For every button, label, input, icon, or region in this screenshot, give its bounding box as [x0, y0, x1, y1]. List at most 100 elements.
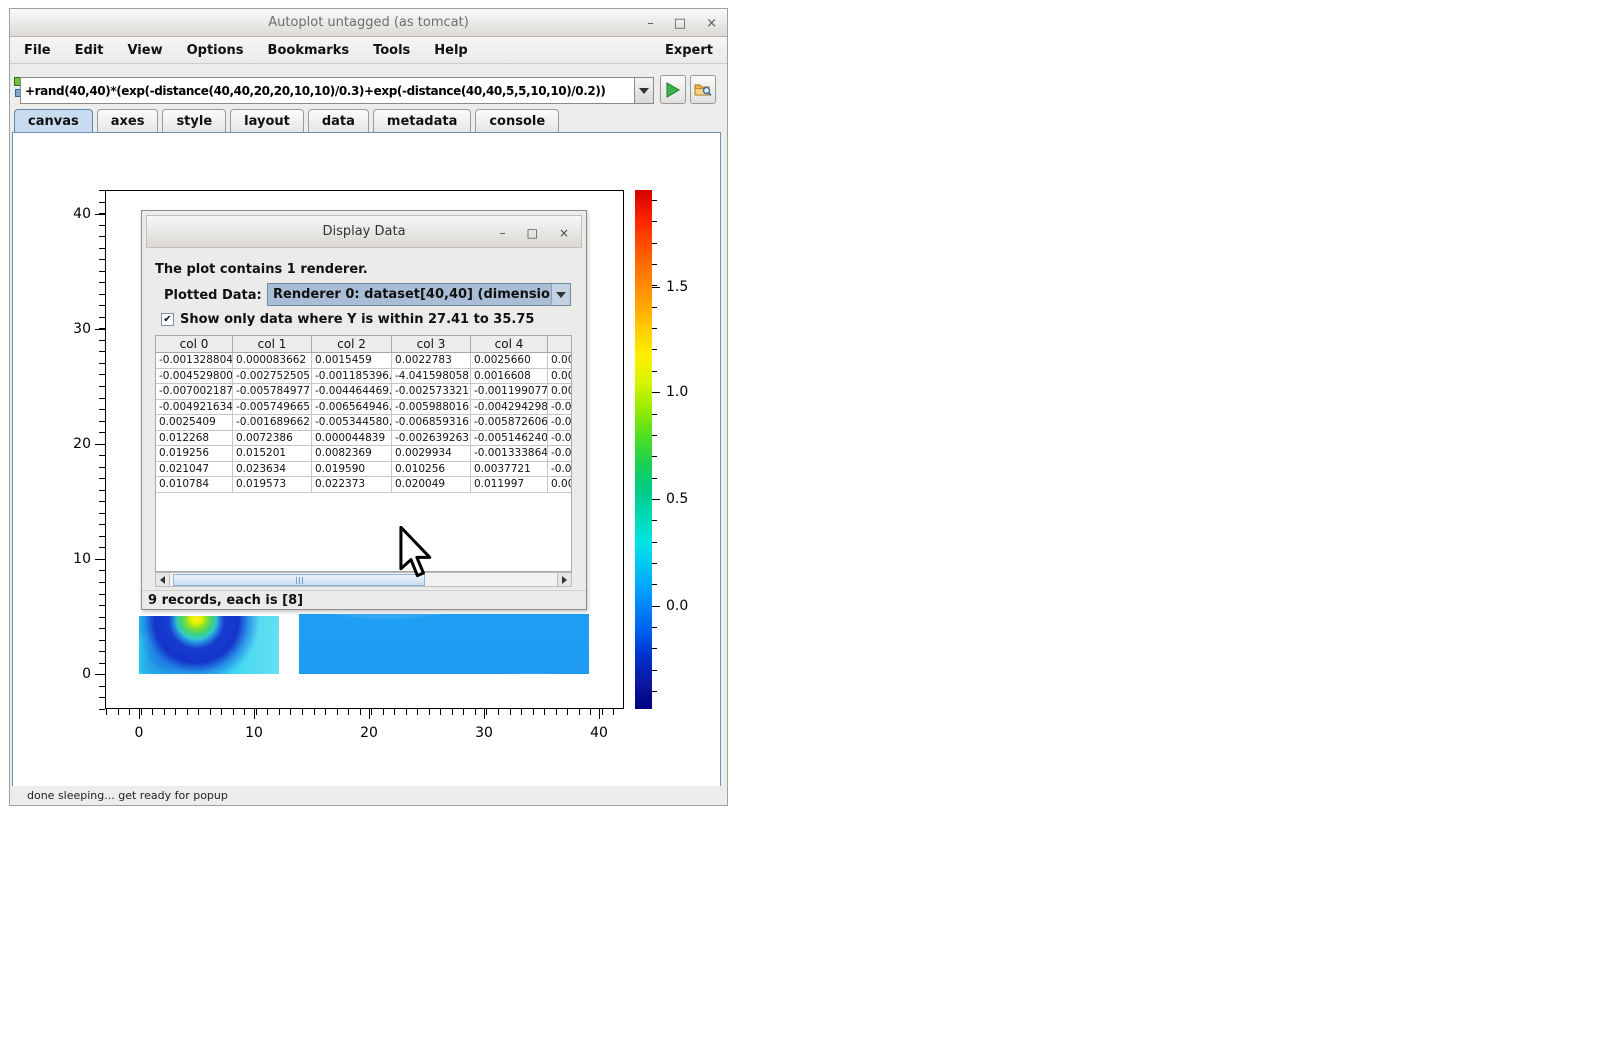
table-cell[interactable]: -0.001185396... [312, 369, 392, 385]
table-cell[interactable]: 0.0015459 [312, 353, 392, 369]
table-cell[interactable]: -0.005749665... [233, 400, 312, 416]
window-titlebar[interactable]: Autoplot untagged (as tomcat) – □ × [10, 9, 727, 37]
table-cell[interactable]: 0.012268 [156, 431, 233, 447]
uri-input[interactable]: +rand(40,40)*(exp(-distance(40,40,20,20,… [20, 77, 635, 104]
tab-canvas[interactable]: canvas [14, 109, 93, 132]
table-header-col-0[interactable]: col 0 [156, 336, 233, 353]
dialog-minimize-icon[interactable]: – [500, 226, 506, 240]
table-cell[interactable]: -0.0 [548, 400, 572, 416]
table-cell[interactable]: -0.002639263... [392, 431, 471, 447]
table-cell[interactable]: -0.005988016... [392, 400, 471, 416]
table-cell[interactable]: -0.0 [548, 415, 572, 431]
table-cell[interactable]: -0.005146240... [471, 431, 548, 447]
dialog-close-icon[interactable]: × [559, 226, 569, 240]
table-cell[interactable]: -0.0 [548, 431, 572, 447]
scroll-right-button[interactable] [557, 573, 571, 586]
table-cell[interactable]: 0.015201 [233, 446, 312, 462]
minimize-icon[interactable]: – [647, 16, 654, 31]
table-cell[interactable]: -4.041598058... [392, 369, 471, 385]
table-cell[interactable]: 0.011997 [471, 477, 548, 493]
table-cell[interactable]: -0.006859316... [392, 415, 471, 431]
menu-view[interactable]: View [127, 43, 162, 58]
menu-edit[interactable]: Edit [75, 43, 104, 58]
data-table-container[interactable]: col 0col 1col 2col 3col 4 -0.001328804...… [155, 335, 572, 572]
table-cell[interactable]: 0.020049 [392, 477, 471, 493]
table-cell[interactable]: 0.0016608 [471, 369, 548, 385]
table-cell[interactable]: -0.005344580... [312, 415, 392, 431]
table-cell[interactable]: 0.023634 [233, 462, 312, 478]
table-header-partial[interactable] [548, 336, 572, 353]
table-cell[interactable]: 0.0029934 [392, 446, 471, 462]
inspect-uri-button[interactable] [690, 75, 716, 104]
expert-toggle[interactable]: Expert [665, 43, 713, 58]
dialog-titlebar[interactable]: Display Data – □ × [146, 215, 582, 248]
tick [99, 617, 105, 618]
menu-tools[interactable]: Tools [373, 43, 410, 58]
close-icon[interactable]: × [706, 16, 717, 31]
dialog-maximize-icon[interactable]: □ [527, 226, 538, 240]
tab-console[interactable]: console [475, 109, 559, 132]
arrow-left-icon [160, 576, 165, 584]
table-cell[interactable]: 0.019256 [156, 446, 233, 462]
table-cell[interactable]: -0.006564946... [312, 400, 392, 416]
table-cell[interactable]: -0.004921634... [156, 400, 233, 416]
table-cell[interactable]: 0.0037721 [471, 462, 548, 478]
scroll-left-button[interactable] [156, 573, 170, 586]
table-cell[interactable]: 0.0072386 [233, 431, 312, 447]
tick [510, 709, 511, 715]
menu-help[interactable]: Help [434, 43, 467, 58]
table-cell[interactable]: -0.001328804... [156, 353, 233, 369]
table-header-col-4[interactable]: col 4 [471, 336, 548, 353]
table-cell[interactable]: 0.022373 [312, 477, 392, 493]
table-cell[interactable]: -0.002573321... [392, 384, 471, 400]
table-header-col-3[interactable]: col 3 [392, 336, 471, 353]
table-cell[interactable]: 0.00 [548, 353, 572, 369]
table-cell[interactable]: -0.0 [548, 446, 572, 462]
table-cell[interactable]: 0.000044839 [312, 431, 392, 447]
scrollbar-thumb[interactable] [173, 574, 425, 586]
menu-bookmarks[interactable]: Bookmarks [268, 43, 350, 58]
table-cell[interactable]: -0.004464469... [312, 384, 392, 400]
table-header-col-2[interactable]: col 2 [312, 336, 392, 353]
table-cell[interactable]: -0.0 [548, 462, 572, 478]
table-cell[interactable]: 0.010784 [156, 477, 233, 493]
table-cell[interactable]: 0.019573 [233, 477, 312, 493]
table-cell[interactable]: 0.0022783 [392, 353, 471, 369]
table-cell[interactable]: 0.00 [548, 369, 572, 385]
tick [99, 709, 105, 710]
table-cell[interactable]: 0.000083662 [233, 353, 312, 369]
tab-layout[interactable]: layout [230, 109, 304, 132]
tab-metadata[interactable]: metadata [373, 109, 471, 132]
tab-data[interactable]: data [308, 109, 369, 132]
table-cell[interactable]: -0.005872606... [471, 415, 548, 431]
uri-dropdown-button[interactable] [635, 77, 654, 104]
table-header-col-1[interactable]: col 1 [233, 336, 312, 353]
table-cell[interactable]: -0.007002187... [156, 384, 233, 400]
table-cell[interactable]: 0.0025660 [471, 353, 548, 369]
table-cell[interactable]: 0.0082369 [312, 446, 392, 462]
table-horizontal-scrollbar[interactable] [155, 572, 572, 587]
menu-file[interactable]: File [24, 43, 51, 58]
table-cell[interactable]: -0.004294298... [471, 400, 548, 416]
table-cell[interactable]: 0.019590 [312, 462, 392, 478]
maximize-icon[interactable]: □ [674, 16, 686, 31]
y-filter-checkbox[interactable]: ✔ [161, 313, 174, 326]
plotted-data-select[interactable]: Renderer 0: dataset[40,40] (dimension... [267, 283, 571, 306]
plotted-data-dropdown-button[interactable] [551, 284, 570, 305]
table-cell[interactable]: -0.004529800... [156, 369, 233, 385]
table-cell[interactable]: 0.00 [548, 384, 572, 400]
table-cell[interactable]: 0.0025409 [156, 415, 233, 431]
tab-style[interactable]: style [162, 109, 226, 132]
table-cell[interactable]: -0.002752505... [233, 369, 312, 385]
table-cell[interactable]: 0.00 [548, 477, 572, 493]
tab-axes[interactable]: axes [97, 109, 159, 132]
menu-options[interactable]: Options [187, 43, 244, 58]
table-cell[interactable]: 0.021047 [156, 462, 233, 478]
table-cell[interactable]: -0.001689662... [233, 415, 312, 431]
y-filter-label[interactable]: Show only data where Y is within 27.41 t… [180, 312, 534, 327]
table-cell[interactable]: -0.005784977... [233, 384, 312, 400]
table-cell[interactable]: 0.010256 [392, 462, 471, 478]
go-button[interactable] [660, 75, 686, 104]
table-cell[interactable]: -0.001199077... [471, 384, 548, 400]
table-cell[interactable]: -0.001333864... [471, 446, 548, 462]
